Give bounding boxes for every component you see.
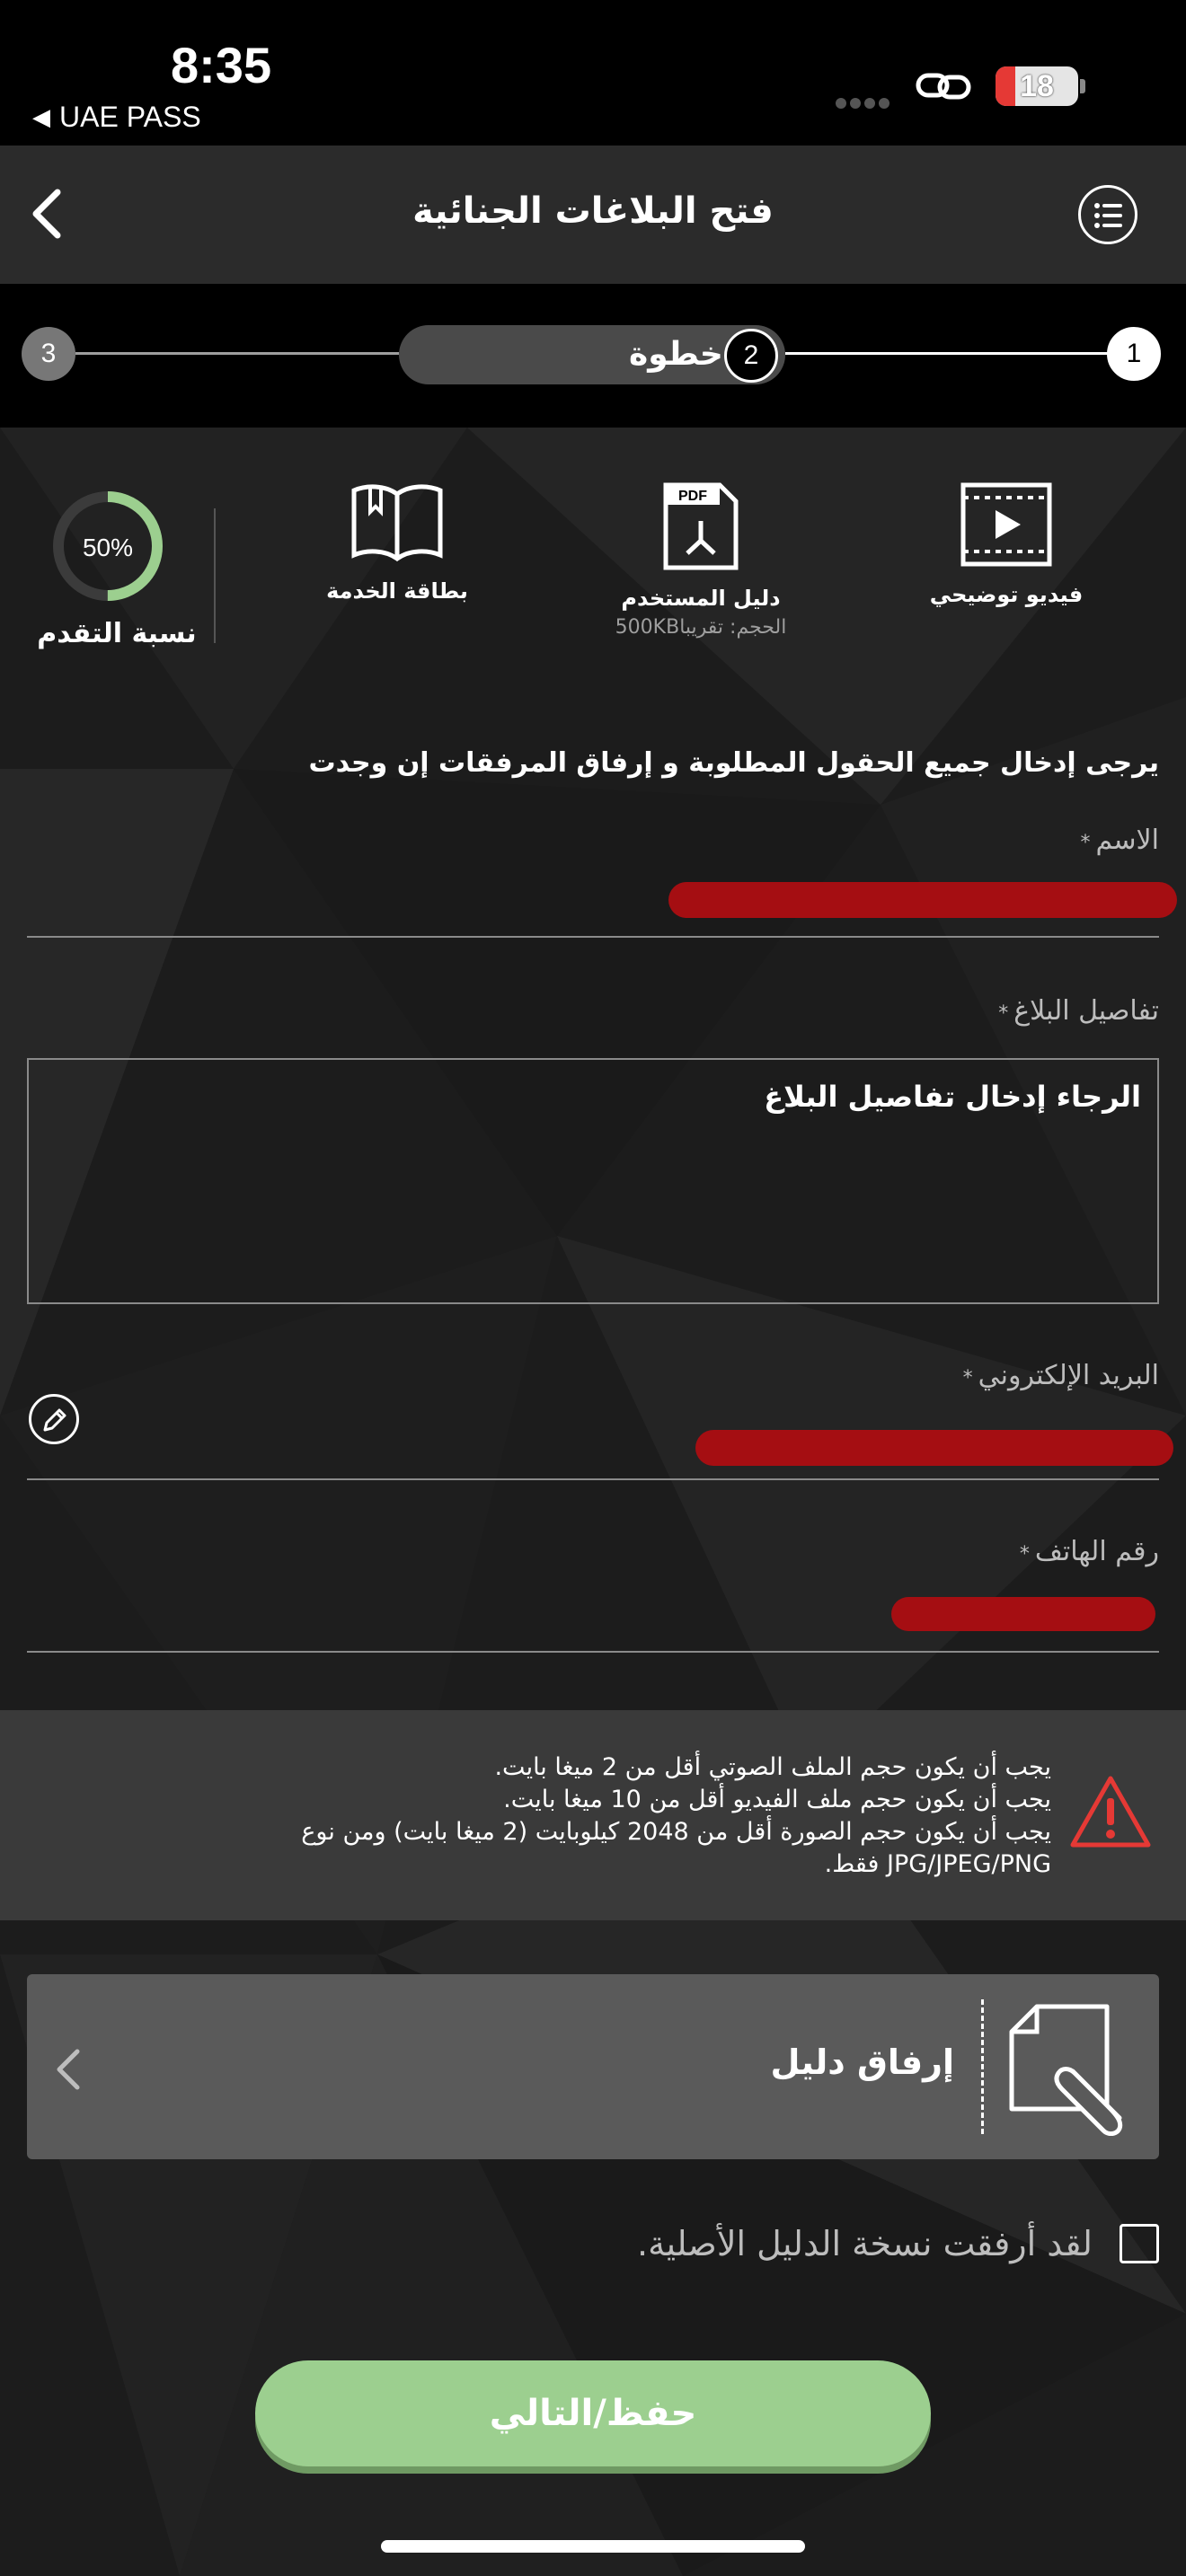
attach-separator <box>981 1999 984 2134</box>
step-3: 3 <box>22 327 75 381</box>
progress-indicator: 50% نسبة التقدم <box>27 490 207 649</box>
attachment-document-icon <box>1009 2004 1123 2136</box>
video-link[interactable]: فيديو توضيحي <box>916 481 1096 607</box>
name-label: الاسم* <box>1080 825 1159 856</box>
email-underline <box>27 1478 1159 1480</box>
video-play-icon <box>960 482 1052 567</box>
name-field-redacted[interactable] <box>668 882 1177 918</box>
warning-triangle-icon <box>1070 1776 1151 1848</box>
current-step-label: خطوة <box>629 336 723 373</box>
quick-links-divider <box>214 508 216 643</box>
video-label: فيديو توضيحي <box>929 582 1084 607</box>
stepper-line-pending <box>75 352 399 355</box>
back-triangle-icon: ◀ <box>32 103 50 130</box>
progress-value: 50% <box>82 534 134 561</box>
details-label: تفاصيل البلاغ* <box>998 995 1159 1027</box>
clock: 8:35 <box>171 37 272 93</box>
stepper-line-done <box>785 352 1109 355</box>
back-to-app-link[interactable]: ◀ UAE PASS <box>32 101 201 134</box>
name-underline <box>27 936 1159 938</box>
personal-hotspot-icon <box>916 73 971 100</box>
battery-icon: 18 <box>996 66 1078 106</box>
email-label: البريد الإلكتروني* <box>962 1360 1159 1391</box>
service-card-label: بطاقة الخدمة <box>326 578 468 604</box>
form-instructions: يرجى إدخال جميع الحقول المطلوبة و إرفاق … <box>308 747 1160 779</box>
phone-field-redacted[interactable] <box>891 1597 1155 1631</box>
main-content: فيديو توضيحي PDF دليل المستخدم الحجم: تق… <box>0 428 1186 2576</box>
user-guide-size: الحجم: تقريبا500KB <box>615 616 787 639</box>
progress-label: نسبة التقدم <box>37 618 197 649</box>
signal-icon <box>836 95 898 109</box>
back-app-label: UAE PASS <box>59 101 201 133</box>
step-1: 1 <box>1107 327 1161 381</box>
phone-underline <box>27 1651 1159 1653</box>
original-copy-checkbox[interactable] <box>1120 2224 1159 2263</box>
details-textarea[interactable]: الرجاء إدخال تفاصيل البلاغ <box>27 1058 1159 1304</box>
book-icon <box>351 484 443 562</box>
progress-stepper: خطوة 2 1 3 <box>0 284 1186 428</box>
save-next-button[interactable]: حفظ/التالي <box>255 2360 931 2466</box>
chevron-left-icon <box>57 2049 80 2090</box>
original-copy-checkbox-row[interactable]: لقد أرفقت نسخة الدليل الأصلية. <box>637 2224 1159 2263</box>
svg-text:PDF: PDF <box>678 489 707 504</box>
page-title: فتح البلاغات الجنائية <box>412 190 774 232</box>
menu-button[interactable] <box>1078 185 1137 244</box>
home-indicator <box>381 2540 805 2553</box>
original-copy-label: لقد أرفقت نسخة الدليل الأصلية. <box>637 2224 1093 2263</box>
phone-label: رقم الهاتف* <box>1019 1536 1159 1567</box>
battery-level: 18 <box>1020 68 1054 103</box>
warning-text: يجب أن يكون حجم الملف الصوتي أقل من 2 مي… <box>301 1753 1051 1878</box>
email-field-redacted[interactable] <box>695 1430 1173 1466</box>
step-2: 2 <box>724 329 778 383</box>
attach-evidence-button[interactable]: إرفاق دليل <box>27 1974 1159 2159</box>
pdf-icon: PDF <box>663 482 739 570</box>
attachment-warning: يجب أن يكون حجم الملف الصوتي أقل من 2 مي… <box>0 1710 1186 1920</box>
service-card-link[interactable]: بطاقة الخدمة <box>307 481 487 604</box>
quick-links-row: فيديو توضيحي PDF دليل المستخدم الحجم: تق… <box>0 428 1186 688</box>
user-guide-label: دليل المستخدم <box>621 586 781 611</box>
edit-email-button[interactable] <box>29 1394 79 1444</box>
pencil-icon <box>43 1408 66 1432</box>
attach-label: إرفاق دليل <box>770 2042 954 2082</box>
list-menu-icon <box>1094 203 1122 228</box>
details-placeholder: الرجاء إدخال تفاصيل البلاغ <box>764 1080 1141 1114</box>
app-header: فتح البلاغات الجنائية <box>0 146 1186 284</box>
user-guide-link[interactable]: PDF دليل المستخدم الحجم: تقريبا500KB <box>593 481 809 639</box>
status-bar: 8:35 ◀ UAE PASS 18 <box>0 0 1186 146</box>
